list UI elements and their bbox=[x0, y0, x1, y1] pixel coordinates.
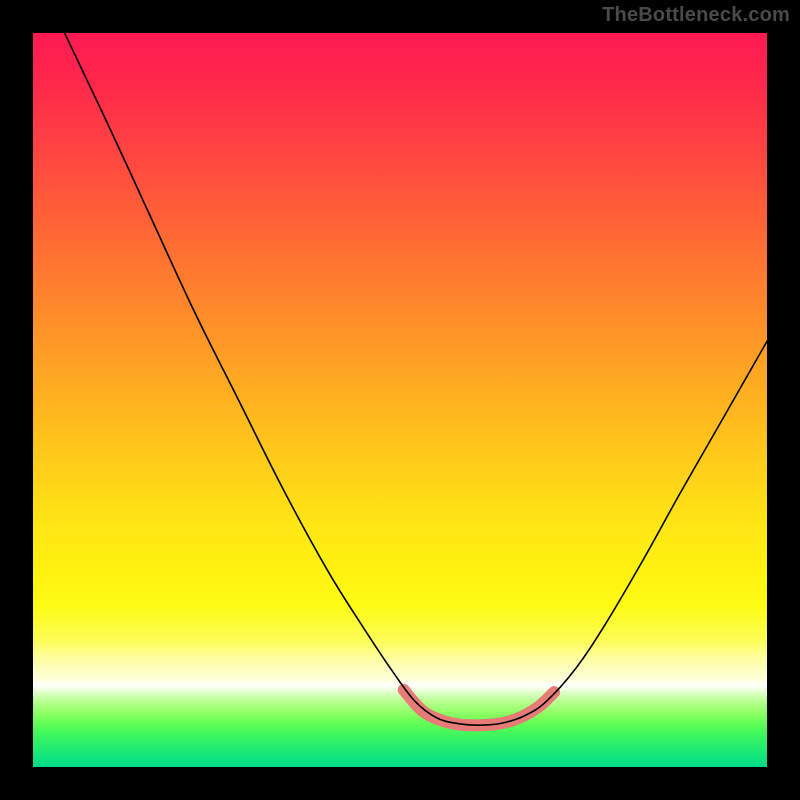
chart-frame: TheBottleneck.com bbox=[0, 0, 800, 800]
watermark-text: TheBottleneck.com bbox=[602, 4, 790, 27]
optimum-highlight-line bbox=[404, 690, 554, 725]
bottleneck-curve-line bbox=[65, 33, 767, 725]
curve-layer bbox=[33, 33, 767, 767]
plot-area bbox=[33, 33, 767, 767]
